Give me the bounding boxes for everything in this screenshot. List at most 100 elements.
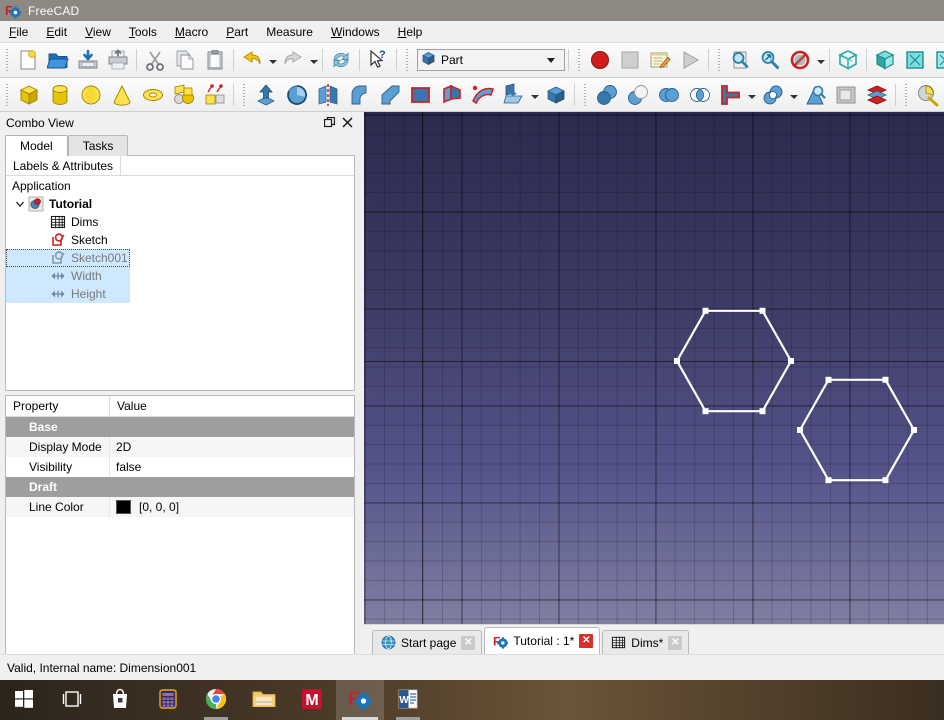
right-view-button[interactable] bbox=[930, 45, 944, 75]
fit-selection-button[interactable] bbox=[755, 45, 785, 75]
ruled-surface-button[interactable] bbox=[405, 81, 436, 109]
fillet-button[interactable] bbox=[343, 81, 374, 109]
document-tab-start-page[interactable]: Start page ✕ bbox=[372, 630, 482, 654]
toolbar-drag-handle[interactable] bbox=[240, 84, 248, 106]
sweep-button[interactable] bbox=[467, 81, 498, 109]
join-button[interactable] bbox=[715, 81, 746, 109]
menu-file[interactable]: File bbox=[0, 22, 37, 42]
compound-button[interactable] bbox=[591, 81, 622, 109]
property-row-line-color[interactable]: Line Color [0, 0, 0] bbox=[6, 497, 354, 517]
menu-macro[interactable]: Macro bbox=[166, 22, 217, 42]
revolve-button[interactable] bbox=[281, 81, 312, 109]
menu-windows[interactable]: Windows bbox=[322, 22, 389, 42]
property-row-visibility[interactable]: Visibility false bbox=[6, 457, 354, 477]
toolbar-drag-handle[interactable] bbox=[715, 49, 723, 71]
defeaturing-button[interactable] bbox=[830, 81, 861, 109]
menu-part[interactable]: Part bbox=[217, 22, 257, 42]
property-row-display-mode[interactable]: Display Mode 2D bbox=[6, 437, 354, 457]
hexagon-1[interactable] bbox=[674, 308, 794, 414]
cylinder-button[interactable] bbox=[44, 81, 75, 109]
model-tree-panel[interactable]: Labels & Attributes Application bbox=[5, 155, 355, 391]
document-tab-dims[interactable]: Dims* ✕ bbox=[602, 630, 689, 654]
redo-button[interactable] bbox=[278, 45, 308, 75]
close-icon[interactable]: ✕ bbox=[668, 636, 682, 650]
menu-view[interactable]: View bbox=[76, 22, 120, 42]
undo-button[interactable] bbox=[237, 45, 267, 75]
macros-button[interactable] bbox=[645, 45, 675, 75]
chamfer-button[interactable] bbox=[374, 81, 405, 109]
hexagon-2[interactable] bbox=[797, 377, 917, 483]
tree-row-sketch001[interactable]: Sketch001 bbox=[6, 249, 130, 267]
front-view-button[interactable] bbox=[870, 45, 900, 75]
cube-button[interactable] bbox=[13, 81, 44, 109]
color-swatch[interactable] bbox=[116, 500, 131, 514]
print-document-button[interactable] bbox=[103, 45, 133, 75]
tab-tasks[interactable]: Tasks bbox=[68, 135, 129, 156]
join-dropdown-arrow[interactable] bbox=[746, 82, 757, 108]
top-view-button[interactable] bbox=[900, 45, 930, 75]
menu-edit[interactable]: Edit bbox=[37, 22, 76, 42]
mcafee-button[interactable]: M bbox=[288, 680, 336, 720]
calculator-button[interactable] bbox=[144, 680, 192, 720]
create-primitives-button[interactable] bbox=[168, 81, 199, 109]
draw-style-dropdown-arrow[interactable] bbox=[815, 47, 826, 73]
redo-dropdown-arrow[interactable] bbox=[308, 47, 319, 73]
microsoft-store-button[interactable] bbox=[96, 680, 144, 720]
refresh-button[interactable] bbox=[326, 45, 356, 75]
cone-button[interactable] bbox=[106, 81, 137, 109]
tree-row-dims[interactable]: Dims bbox=[6, 213, 354, 231]
section-button[interactable] bbox=[498, 81, 529, 109]
loft-button[interactable] bbox=[436, 81, 467, 109]
toolbar-drag-handle[interactable] bbox=[3, 49, 11, 71]
menu-tools[interactable]: Tools bbox=[120, 22, 166, 42]
cross-sections-button[interactable] bbox=[861, 81, 892, 109]
axonometric-view-button[interactable] bbox=[833, 45, 863, 75]
menu-measure[interactable]: Measure bbox=[257, 22, 322, 42]
property-value-display-mode[interactable]: 2D bbox=[110, 437, 354, 457]
tree-row-tutorial[interactable]: Tutorial bbox=[6, 195, 354, 213]
chevron-down-icon[interactable] bbox=[12, 199, 28, 209]
copy-button[interactable] bbox=[170, 45, 200, 75]
intersection-button[interactable] bbox=[684, 81, 715, 109]
toolbar-drag-handle[interactable] bbox=[575, 49, 583, 71]
property-value-line-color[interactable]: [0, 0, 0] bbox=[110, 497, 354, 517]
word-button[interactable]: W bbox=[384, 680, 432, 720]
offset-button[interactable] bbox=[540, 81, 571, 109]
start-button[interactable] bbox=[0, 680, 48, 720]
cut-button[interactable] bbox=[140, 45, 170, 75]
undo-dropdown-arrow[interactable] bbox=[267, 47, 278, 73]
toolbar-drag-handle[interactable] bbox=[902, 84, 910, 106]
union-button[interactable] bbox=[653, 81, 684, 109]
tree-row-application[interactable]: Application bbox=[6, 177, 354, 195]
float-window-icon[interactable] bbox=[320, 115, 338, 131]
torus-button[interactable] bbox=[137, 81, 168, 109]
draw-style-button[interactable] bbox=[785, 45, 815, 75]
document-tab-tutorial[interactable]: F Tutorial : 1* ✕ bbox=[484, 627, 600, 654]
macro-record-button[interactable] bbox=[585, 45, 615, 75]
check-geometry-button[interactable] bbox=[799, 81, 830, 109]
tree-row-height[interactable]: Height bbox=[6, 285, 130, 303]
open-document-button[interactable] bbox=[43, 45, 73, 75]
file-explorer-button[interactable] bbox=[240, 680, 288, 720]
section-dropdown-arrow[interactable] bbox=[529, 82, 540, 108]
property-value-visibility[interactable]: false bbox=[110, 457, 354, 477]
split-dropdown-arrow[interactable] bbox=[788, 82, 799, 108]
execute-macro-button[interactable] bbox=[675, 45, 705, 75]
workbench-selector[interactable]: Part bbox=[417, 49, 565, 71]
split-button[interactable] bbox=[757, 81, 788, 109]
tree-row-sketch[interactable]: Sketch bbox=[6, 231, 354, 249]
save-document-button[interactable] bbox=[73, 45, 103, 75]
shape-builder-button[interactable] bbox=[199, 81, 230, 109]
close-icon[interactable] bbox=[338, 115, 356, 131]
mirror-button[interactable] bbox=[312, 81, 343, 109]
measure-linear-button[interactable] bbox=[912, 81, 943, 109]
macro-stop-button[interactable] bbox=[615, 45, 645, 75]
boolean-button[interactable] bbox=[622, 81, 653, 109]
freecad-taskbar-button[interactable]: F bbox=[336, 680, 384, 720]
chrome-button[interactable] bbox=[192, 680, 240, 720]
menu-help[interactable]: Help bbox=[389, 22, 432, 42]
whats-this-button[interactable]: ? bbox=[363, 45, 393, 75]
paste-button[interactable] bbox=[200, 45, 230, 75]
sphere-button[interactable] bbox=[75, 81, 106, 109]
new-document-button[interactable] bbox=[13, 45, 43, 75]
